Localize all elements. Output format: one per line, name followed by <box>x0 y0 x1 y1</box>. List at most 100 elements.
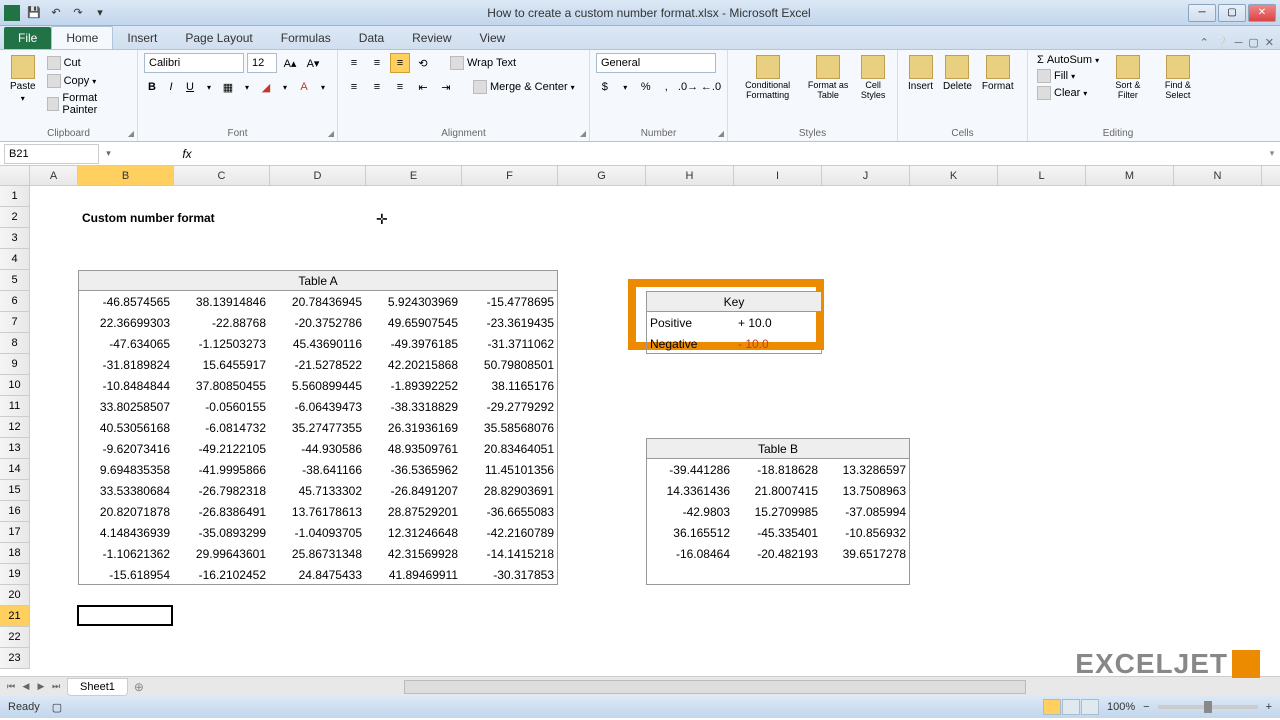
format-cells-button[interactable]: Format <box>978 53 1018 94</box>
table-b-cell[interactable]: -37.085994 <box>822 501 910 522</box>
undo-icon[interactable]: ↶ <box>46 3 66 23</box>
column-header-E[interactable]: E <box>366 166 462 185</box>
row-header-7[interactable]: 7 <box>0 312 30 333</box>
table-a-cell[interactable]: -31.3711062 <box>462 333 558 354</box>
table-a-cell[interactable]: 12.31246648 <box>366 522 462 543</box>
table-a-cell[interactable]: -0.0560155 <box>174 396 270 417</box>
table-b-cell[interactable]: 13.3286597 <box>822 459 910 480</box>
table-b-cell[interactable]: -42.9803 <box>646 501 734 522</box>
table-a-cell[interactable]: -22.88768 <box>174 312 270 333</box>
sort-filter-button[interactable]: Sort & Filter <box>1106 53 1150 103</box>
qat-dropdown-icon[interactable]: ▾ <box>90 3 110 23</box>
prev-sheet-icon[interactable]: ◀ <box>19 681 33 692</box>
bold-button[interactable]: B <box>144 77 160 97</box>
row-header-4[interactable]: 4 <box>0 249 30 270</box>
align-bottom-icon[interactable]: ≡ <box>390 53 410 73</box>
align-center-icon[interactable]: ≡ <box>367 77 387 97</box>
row-header-21[interactable]: 21 <box>0 606 30 627</box>
tab-data[interactable]: Data <box>345 27 398 49</box>
sheet-tab[interactable]: Sheet1 <box>67 678 128 696</box>
table-a-cell[interactable]: -15.618954 <box>78 564 174 585</box>
conditional-formatting-button[interactable]: Conditional Formatting <box>734 53 801 103</box>
tab-view[interactable]: View <box>466 27 520 49</box>
percent-button[interactable]: % <box>637 77 655 97</box>
font-color-button[interactable]: A <box>296 77 312 97</box>
column-header-K[interactable]: K <box>910 166 998 185</box>
table-a-cell[interactable]: -15.4778695 <box>462 291 558 312</box>
table-b-cell[interactable]: -16.08464 <box>646 543 734 564</box>
table-a-cell[interactable]: -10.8484844 <box>78 375 174 396</box>
redo-icon[interactable]: ↷ <box>68 3 88 23</box>
table-a-cell[interactable]: 38.1165176 <box>462 375 558 396</box>
table-b-header[interactable]: Table B <box>646 438 910 459</box>
table-a-cell[interactable]: -31.8189824 <box>78 354 174 375</box>
table-a-cell[interactable]: 45.43690116 <box>270 333 366 354</box>
table-a-cell[interactable]: 24.8475433 <box>270 564 366 585</box>
format-painter-button[interactable]: Format Painter <box>44 91 131 117</box>
clipboard-dialog-icon[interactable]: ◢ <box>128 129 134 138</box>
table-a-cell[interactable]: -46.8574565 <box>78 291 174 312</box>
table-a-cell[interactable]: 35.27477355 <box>270 417 366 438</box>
last-sheet-icon[interactable]: ⏭ <box>49 681 63 692</box>
comma-button[interactable]: , <box>658 77 676 97</box>
row-header-8[interactable]: 8 <box>0 333 30 354</box>
table-b-cell[interactable]: 15.2709985 <box>734 501 822 522</box>
row-header-15[interactable]: 15 <box>0 480 30 501</box>
save-icon[interactable]: 💾 <box>24 3 44 23</box>
table-a-cell[interactable]: 26.31936169 <box>366 417 462 438</box>
orientation-button[interactable]: ⟲ <box>413 53 433 73</box>
table-b-cell[interactable]: 21.8007415 <box>734 480 822 501</box>
underline-dd-icon[interactable]: ▾ <box>201 77 217 97</box>
currency-button[interactable]: $ <box>596 77 614 97</box>
row-header-20[interactable]: 20 <box>0 585 30 606</box>
row-header-6[interactable]: 6 <box>0 291 30 312</box>
cell-styles-button[interactable]: Cell Styles <box>855 53 891 103</box>
key-positive-value[interactable]: + 10.0 <box>734 312 822 333</box>
sheet-title[interactable]: Custom number format <box>78 207 366 228</box>
table-a-cell[interactable]: 20.82071878 <box>78 501 174 522</box>
key-negative-value[interactable]: - 10.0 <box>734 333 822 354</box>
row-header-14[interactable]: 14 <box>0 459 30 480</box>
table-b-cell[interactable]: -45.335401 <box>734 522 822 543</box>
fill-button[interactable]: Fill▾ <box>1034 68 1102 84</box>
format-as-table-button[interactable]: Format as Table <box>803 53 853 103</box>
table-a-cell[interactable]: -38.641166 <box>270 459 366 480</box>
table-b-cell[interactable]: 36.165512 <box>646 522 734 543</box>
table-a-cell[interactable]: 15.6455917 <box>174 354 270 375</box>
tab-review[interactable]: Review <box>398 27 465 49</box>
table-a-cell[interactable]: -6.06439473 <box>270 396 366 417</box>
row-header-5[interactable]: 5 <box>0 270 30 291</box>
table-a-cell[interactable]: -21.5278522 <box>270 354 366 375</box>
table-a-cell[interactable]: -30.317853 <box>462 564 558 585</box>
row-header-10[interactable]: 10 <box>0 375 30 396</box>
table-a-cell[interactable]: 29.99643601 <box>174 543 270 564</box>
minimize-ribbon-icon[interactable]: ⌃ <box>1200 36 1209 49</box>
table-b-cell[interactable]: -10.856932 <box>822 522 910 543</box>
table-a-cell[interactable]: -1.12503273 <box>174 333 270 354</box>
paste-button[interactable]: Paste ▾ <box>6 53 40 117</box>
tab-insert[interactable]: Insert <box>113 27 171 49</box>
column-header-I[interactable]: I <box>734 166 822 185</box>
column-header-B[interactable]: B <box>78 166 174 185</box>
table-b-cell[interactable]: 13.7508963 <box>822 480 910 501</box>
name-box[interactable]: B21 <box>4 144 99 164</box>
cut-button[interactable]: Cut <box>44 55 131 71</box>
maximize-button[interactable]: ▢ <box>1218 4 1246 22</box>
table-a-cell[interactable]: -36.6655083 <box>462 501 558 522</box>
table-a-cell[interactable]: -6.0814732 <box>174 417 270 438</box>
table-a-cell[interactable]: -41.9995866 <box>174 459 270 480</box>
table-a-cell[interactable]: 33.53380684 <box>78 480 174 501</box>
table-a-cell[interactable]: 37.80850455 <box>174 375 270 396</box>
table-a-cell[interactable]: 48.93509761 <box>366 438 462 459</box>
workbook-close-icon[interactable]: ✕ <box>1265 36 1274 49</box>
table-a-cell[interactable]: 40.53056168 <box>78 417 174 438</box>
table-a-cell[interactable]: 11.45101356 <box>462 459 558 480</box>
close-button[interactable]: ✕ <box>1248 4 1276 22</box>
table-a-cell[interactable]: 22.36699303 <box>78 312 174 333</box>
underline-button[interactable]: U <box>182 77 198 97</box>
column-header-N[interactable]: N <box>1174 166 1262 185</box>
key-header[interactable]: Key <box>646 291 822 312</box>
column-header-J[interactable]: J <box>822 166 910 185</box>
table-a-cell[interactable]: -1.10621362 <box>78 543 174 564</box>
row-header-23[interactable]: 23 <box>0 648 30 669</box>
